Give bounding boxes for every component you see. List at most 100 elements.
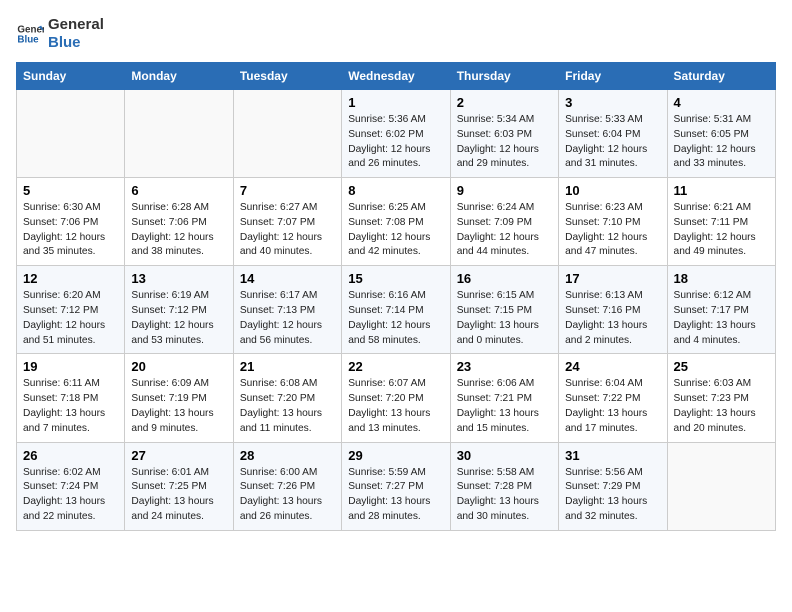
day-info: Sunrise: 6:13 AM Sunset: 7:16 PM Dayligh… [565,289,660,348]
day-number: 2 [457,95,552,110]
weekday-header: Thursday [450,63,558,90]
calendar-cell: 29 Sunrise: 5:59 AM Sunset: 7:27 PM Dayli… [342,442,450,530]
day-number: 27 [131,448,226,463]
day-info: Sunrise: 6:09 AM Sunset: 7:19 PM Dayligh… [131,377,226,436]
day-number: 12 [23,271,118,286]
day-info: Sunrise: 6:28 AM Sunset: 7:06 PM Dayligh… [131,201,226,260]
calendar-cell: 10Sunrise: 6:23 AM Sunset: 7:10 PM Dayli… [559,178,667,266]
calendar-cell: 8Sunrise: 6:25 AM Sunset: 7:08 PM Daylig… [342,178,450,266]
day-info: Sunrise: 5:34 AM Sunset: 6:03 PM Dayligh… [457,113,552,172]
calendar-cell: 17 Sunrise: 6:13 AM Sunset: 7:16 PM Dayli… [559,266,667,354]
day-info: Sunrise: 6:27 AM Sunset: 7:07 PM Dayligh… [240,201,335,260]
day-info: Sunrise: 5:31 AM Sunset: 6:05 PM Dayligh… [674,113,769,172]
calendar-cell: 21Sunrise: 6:08 AM Sunset: 7:20 PM Dayli… [233,354,341,442]
day-number: 25 [674,359,769,374]
day-number: 15 [348,271,443,286]
day-info: Sunrise: 6:01 AM Sunset: 7:25 PM Dayligh… [131,466,226,525]
day-number: 30 [457,448,552,463]
day-number: 14 [240,271,335,286]
logo: General Blue General Blue [16,16,104,52]
calendar-cell: 26 Sunrise: 6:02 AM Sunset: 7:24 PM Dayli… [17,442,125,530]
calendar-cell: 25 Sunrise: 6:03 AM Sunset: 7:23 PM Dayli… [667,354,775,442]
day-number: 3 [565,95,660,110]
calendar-cell: 7 Sunrise: 6:27 AM Sunset: 7:07 PM Daylig… [233,178,341,266]
calendar-cell: 18Sunrise: 6:12 AM Sunset: 7:17 PM Dayli… [667,266,775,354]
day-info: Sunrise: 6:19 AM Sunset: 7:12 PM Dayligh… [131,289,226,348]
day-info: Sunrise: 6:02 AM Sunset: 7:24 PM Dayligh… [23,466,118,525]
day-number: 24 [565,359,660,374]
calendar-cell: 23 Sunrise: 6:06 AM Sunset: 7:21 PM Dayli… [450,354,558,442]
day-info: Sunrise: 5:59 AM Sunset: 7:27 PM Dayligh… [348,466,443,525]
day-info: Sunrise: 5:58 AM Sunset: 7:28 PM Dayligh… [457,466,552,525]
day-number: 1 [348,95,443,110]
calendar-cell: 14 Sunrise: 6:17 AM Sunset: 7:13 PM Dayli… [233,266,341,354]
day-number: 4 [674,95,769,110]
calendar-cell: 20 Sunrise: 6:09 AM Sunset: 7:19 PM Dayli… [125,354,233,442]
day-number: 26 [23,448,118,463]
day-number: 23 [457,359,552,374]
day-info: Sunrise: 6:24 AM Sunset: 7:09 PM Dayligh… [457,201,552,260]
day-number: 17 [565,271,660,286]
day-number: 18 [674,271,769,286]
calendar-cell: 27 Sunrise: 6:01 AM Sunset: 7:25 PM Dayli… [125,442,233,530]
day-number: 20 [131,359,226,374]
day-info: Sunrise: 6:25 AM Sunset: 7:08 PM Dayligh… [348,201,443,260]
calendar-cell: 13 Sunrise: 6:19 AM Sunset: 7:12 PM Dayli… [125,266,233,354]
day-info: Sunrise: 6:21 AM Sunset: 7:11 PM Dayligh… [674,201,769,260]
day-info: Sunrise: 6:07 AM Sunset: 7:20 PM Dayligh… [348,377,443,436]
day-info: Sunrise: 6:00 AM Sunset: 7:26 PM Dayligh… [240,466,335,525]
calendar-cell: 15 Sunrise: 6:16 AM Sunset: 7:14 PM Dayli… [342,266,450,354]
calendar-cell [17,90,125,178]
calendar-cell: 3 Sunrise: 5:33 AM Sunset: 6:04 PM Daylig… [559,90,667,178]
calendar-cell: 22 Sunrise: 6:07 AM Sunset: 7:20 PM Dayli… [342,354,450,442]
svg-text:Blue: Blue [17,34,39,45]
calendar-cell [233,90,341,178]
day-info: Sunrise: 6:04 AM Sunset: 7:22 PM Dayligh… [565,377,660,436]
day-number: 21 [240,359,335,374]
day-info: Sunrise: 6:15 AM Sunset: 7:15 PM Dayligh… [457,289,552,348]
calendar-cell: 12Sunrise: 6:20 AM Sunset: 7:12 PM Dayli… [17,266,125,354]
calendar-cell: 1 Sunrise: 5:36 AM Sunset: 6:02 PM Daylig… [342,90,450,178]
calendar-cell: 9 Sunrise: 6:24 AM Sunset: 7:09 PM Daylig… [450,178,558,266]
day-number: 6 [131,183,226,198]
day-number: 22 [348,359,443,374]
calendar-cell: 31Sunrise: 5:56 AM Sunset: 7:29 PM Dayli… [559,442,667,530]
weekday-header: Friday [559,63,667,90]
calendar-cell: 30 Sunrise: 5:58 AM Sunset: 7:28 PM Dayli… [450,442,558,530]
day-number: 31 [565,448,660,463]
day-number: 7 [240,183,335,198]
weekday-header: Sunday [17,63,125,90]
day-info: Sunrise: 6:06 AM Sunset: 7:21 PM Dayligh… [457,377,552,436]
day-info: Sunrise: 6:30 AM Sunset: 7:06 PM Dayligh… [23,201,118,260]
day-number: 9 [457,183,552,198]
day-number: 19 [23,359,118,374]
day-number: 13 [131,271,226,286]
day-info: Sunrise: 6:03 AM Sunset: 7:23 PM Dayligh… [674,377,769,436]
day-info: Sunrise: 6:16 AM Sunset: 7:14 PM Dayligh… [348,289,443,348]
day-number: 29 [348,448,443,463]
calendar-cell [125,90,233,178]
calendar-cell: 24 Sunrise: 6:04 AM Sunset: 7:22 PM Dayli… [559,354,667,442]
day-number: 28 [240,448,335,463]
calendar-cell: 5Sunrise: 6:30 AM Sunset: 7:06 PM Daylig… [17,178,125,266]
calendar-cell: 16 Sunrise: 6:15 AM Sunset: 7:15 PM Dayli… [450,266,558,354]
day-info: Sunrise: 5:36 AM Sunset: 6:02 PM Dayligh… [348,113,443,172]
calendar-cell: 6 Sunrise: 6:28 AM Sunset: 7:06 PM Daylig… [125,178,233,266]
calendar-cell: 2 Sunrise: 5:34 AM Sunset: 6:03 PM Daylig… [450,90,558,178]
weekday-header: Monday [125,63,233,90]
day-info: Sunrise: 6:23 AM Sunset: 7:10 PM Dayligh… [565,201,660,260]
day-number: 11 [674,183,769,198]
calendar-cell: 11 Sunrise: 6:21 AM Sunset: 7:11 PM Dayli… [667,178,775,266]
calendar-cell: 4 Sunrise: 5:31 AM Sunset: 6:05 PM Daylig… [667,90,775,178]
calendar-table: SundayMondayTuesdayWednesdayThursdayFrid… [16,62,776,531]
calendar-cell [667,442,775,530]
calendar-cell: 28 Sunrise: 6:00 AM Sunset: 7:26 PM Dayli… [233,442,341,530]
day-info: Sunrise: 5:33 AM Sunset: 6:04 PM Dayligh… [565,113,660,172]
weekday-header: Tuesday [233,63,341,90]
calendar-cell: 19 Sunrise: 6:11 AM Sunset: 7:18 PM Dayli… [17,354,125,442]
day-info: Sunrise: 6:11 AM Sunset: 7:18 PM Dayligh… [23,377,118,436]
day-info: Sunrise: 6:17 AM Sunset: 7:13 PM Dayligh… [240,289,335,348]
weekday-header: Saturday [667,63,775,90]
page-header: General Blue General Blue [16,16,776,52]
day-number: 16 [457,271,552,286]
